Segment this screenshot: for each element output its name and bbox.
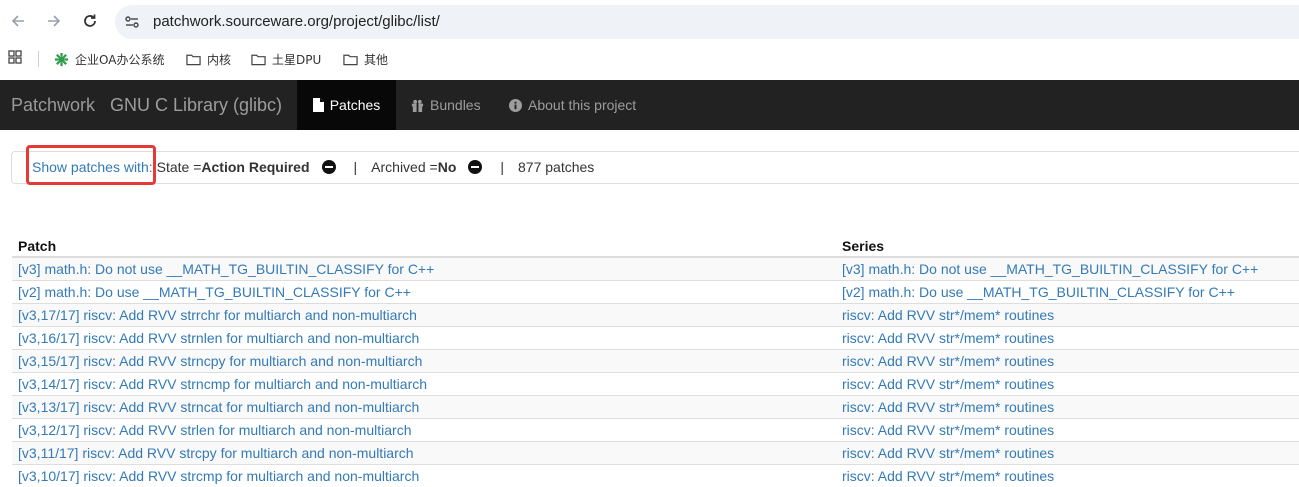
folder-icon (251, 53, 266, 66)
info-icon (509, 99, 522, 112)
bookmark-oa[interactable]: 企业OA办公系统 (54, 51, 164, 68)
table-row: [v3,10/17] riscv: Add RVV strcmp for mul… (12, 465, 1299, 487)
apps-icon[interactable] (8, 50, 22, 64)
patch-link[interactable]: [v3,13/17] riscv: Add RVV strncat for mu… (12, 396, 836, 419)
series-link[interactable]: riscv: Add RVV str*/mem* routines (836, 396, 1299, 419)
table-header-row: Patch Series (12, 233, 1299, 257)
table-row: [v3,16/17] riscv: Add RVV strnlen for mu… (12, 327, 1299, 350)
bookmark-label: 土星DPU (272, 51, 321, 68)
archived-filter-value: No (438, 159, 457, 175)
nav-label: About this project (528, 97, 636, 113)
arrow-left-icon (10, 13, 26, 29)
patch-count: 877 patches (518, 159, 594, 175)
site-info-icon[interactable] (123, 13, 141, 31)
bookmark-label: 其他 (364, 51, 388, 68)
patch-link[interactable]: [v3,11/17] riscv: Add RVV strcpy for mul… (12, 442, 836, 465)
patch-link[interactable]: [v3,15/17] riscv: Add RVV strncpy for mu… (12, 350, 836, 373)
bookmark-kernel[interactable]: 内核 (186, 51, 231, 68)
filter-bar: Show patches with: State = Action Requir… (11, 151, 1299, 184)
series-link[interactable]: riscv: Add RVV str*/mem* routines (836, 465, 1299, 487)
reload-icon (82, 13, 98, 29)
table-row: [v3,17/17] riscv: Add RVV strrchr for mu… (12, 304, 1299, 327)
series-link[interactable]: riscv: Add RVV str*/mem* routines (836, 327, 1299, 350)
browser-chrome: patchwork.sourceware.org/project/glibc/l… (0, 0, 1299, 80)
state-filter-value: Action Required (201, 159, 309, 175)
table-row: [v3,13/17] riscv: Add RVV strncat for mu… (12, 396, 1299, 419)
url-text[interactable]: patchwork.sourceware.org/project/glibc/l… (153, 13, 440, 30)
gear-flower-icon (54, 52, 69, 67)
table-row: [v2] math.h: Do use __MATH_TG_BUILTIN_CL… (12, 281, 1299, 304)
folder-icon (343, 53, 358, 66)
folder-icon (186, 53, 201, 66)
series-link[interactable]: [v2] math.h: Do use __MATH_TG_BUILTIN_CL… (836, 281, 1299, 304)
bookmark-dpu[interactable]: 土星DPU (251, 51, 321, 68)
nav-patches[interactable]: Patches (297, 80, 396, 130)
patch-link[interactable]: [v2] math.h: Do use __MATH_TG_BUILTIN_CL… (12, 281, 836, 304)
bookmark-label: 企业OA办公系统 (75, 51, 164, 68)
table-row: [v3,14/17] riscv: Add RVV strncmp for mu… (12, 373, 1299, 396)
state-filter-label: State = (157, 159, 202, 175)
series-link[interactable]: [v3] math.h: Do not use __MATH_TG_BUILTI… (836, 257, 1299, 281)
nav-bundles[interactable]: Bundles (411, 80, 481, 130)
bookmark-separator (38, 51, 39, 67)
series-link[interactable]: riscv: Add RVV str*/mem* routines (836, 350, 1299, 373)
patch-link[interactable]: [v3] math.h: Do not use __MATH_TG_BUILTI… (12, 257, 836, 281)
patch-link[interactable]: [v3,17/17] riscv: Add RVV strrchr for mu… (12, 304, 836, 327)
series-link[interactable]: riscv: Add RVV str*/mem* routines (836, 373, 1299, 396)
nav-about[interactable]: About this project (509, 80, 636, 130)
remove-archived-filter-icon[interactable] (468, 160, 482, 174)
table-row: [v3,11/17] riscv: Add RVV strcpy for mul… (12, 442, 1299, 465)
patch-link[interactable]: [v3,12/17] riscv: Add RVV strlen for mul… (12, 419, 836, 442)
table-row: [v3,12/17] riscv: Add RVV strlen for mul… (12, 419, 1299, 442)
arrow-right-icon (46, 13, 62, 29)
archived-filter-label: Archived = (371, 159, 438, 175)
back-button[interactable] (7, 10, 29, 32)
table-row: [v3,15/17] riscv: Add RVV strncpy for mu… (12, 350, 1299, 373)
nav-label: Patches (330, 97, 381, 113)
filter-separator: | (354, 159, 358, 175)
remove-state-filter-icon[interactable] (322, 160, 336, 174)
nav-label: Bundles (430, 97, 481, 113)
header-series[interactable]: Series (836, 233, 1299, 257)
bookmark-other[interactable]: 其他 (343, 51, 388, 68)
patch-link[interactable]: [v3,14/17] riscv: Add RVV strncmp for mu… (12, 373, 836, 396)
patchwork-navbar: Patchwork GNU C Library (glibc) Patches … (0, 80, 1299, 130)
file-icon (313, 98, 324, 112)
patch-link[interactable]: [v3,10/17] riscv: Add RVV strcmp for mul… (12, 465, 836, 487)
brand-link[interactable]: Patchwork (11, 95, 95, 116)
series-link[interactable]: riscv: Add RVV str*/mem* routines (836, 442, 1299, 465)
bookmark-label: 内核 (207, 51, 231, 68)
address-bar[interactable]: patchwork.sourceware.org/project/glibc/l… (115, 5, 1299, 39)
forward-button[interactable] (43, 10, 65, 32)
series-link[interactable]: riscv: Add RVV str*/mem* routines (836, 304, 1299, 327)
gift-icon (411, 99, 424, 112)
patch-link[interactable]: [v3,16/17] riscv: Add RVV strnlen for mu… (12, 327, 836, 350)
header-patch[interactable]: Patch (12, 233, 836, 257)
highlight-box (26, 145, 156, 185)
project-title[interactable]: GNU C Library (glibc) (110, 95, 282, 116)
table-row: [v3] math.h: Do not use __MATH_TG_BUILTI… (12, 257, 1299, 281)
filter-separator: | (500, 159, 504, 175)
reload-button[interactable] (79, 10, 101, 32)
series-link[interactable]: riscv: Add RVV str*/mem* routines (836, 419, 1299, 442)
patch-table: Patch Series [v3] math.h: Do not use __M… (12, 233, 1299, 487)
